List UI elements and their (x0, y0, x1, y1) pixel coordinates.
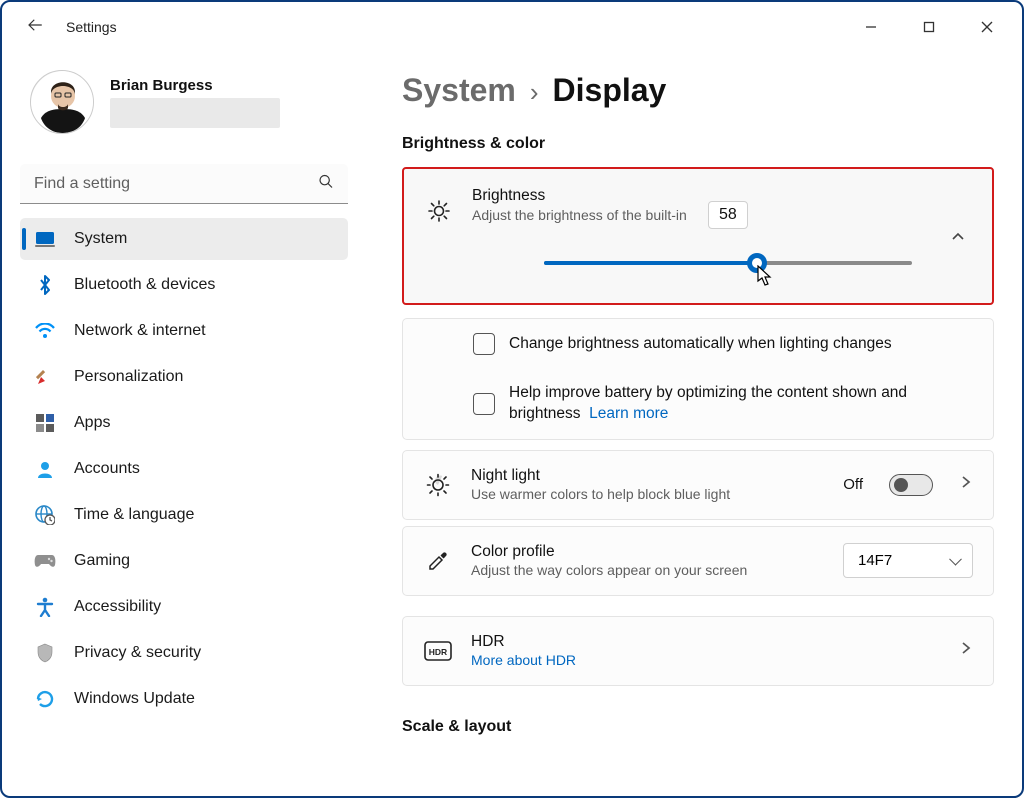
breadcrumb-sep: › (530, 77, 539, 108)
breadcrumb-current: Display (553, 72, 667, 109)
nav-label: Time & language (74, 506, 194, 524)
nav-item-bluetooth[interactable]: Bluetooth & devices (20, 264, 348, 306)
chevron-right-icon[interactable] (951, 641, 973, 660)
system-icon (34, 228, 56, 250)
color-profile-desc: Adjust the way colors appear on your scr… (471, 562, 825, 578)
nav-label: Accessibility (74, 598, 161, 616)
user-name: Brian Burgess (110, 77, 280, 94)
hdr-row[interactable]: HDR HDR More about HDR (402, 616, 994, 686)
battery-optimize-row[interactable]: Help improve battery by optimizing the c… (402, 369, 994, 440)
paintbrush-icon (34, 366, 56, 388)
globe-clock-icon (34, 504, 56, 526)
nav-list: System Bluetooth & devices Network & int… (20, 218, 348, 720)
nav-label: Bluetooth & devices (74, 276, 215, 294)
sidebar: Brian Burgess System Bluetooth & devices… (2, 52, 362, 796)
accounts-icon (34, 458, 56, 480)
search-input[interactable] (20, 164, 348, 204)
battery-optimize-label: Help improve battery by optimizing the c… (509, 383, 969, 425)
auto-brightness-checkbox[interactable] (473, 333, 495, 355)
brightness-desc: Adjust the brightness of the built-in 58 (472, 207, 972, 223)
profile-block[interactable]: Brian Burgess (30, 70, 348, 134)
avatar (30, 70, 94, 134)
nav-item-system[interactable]: System (20, 218, 348, 260)
brightness-value-tooltip: 58 (708, 201, 748, 229)
slider-fill (544, 261, 757, 265)
nav-label: System (74, 230, 127, 248)
nav-item-personalization[interactable]: Personalization (20, 356, 348, 398)
nav-item-apps[interactable]: Apps (20, 402, 348, 444)
chevron-up-icon[interactable] (950, 229, 966, 250)
section-scale-layout: Scale & layout (402, 718, 994, 736)
night-light-desc: Use warmer colors to help block blue lig… (471, 486, 771, 502)
main-content: System › Display Brightness & color Brig… (362, 52, 1022, 796)
night-light-icon (423, 473, 453, 497)
nav-item-accounts[interactable]: Accounts (20, 448, 348, 490)
wifi-icon (34, 320, 56, 342)
titlebar: Settings (2, 2, 1022, 52)
auto-brightness-row[interactable]: Change brightness automatically when lig… (402, 318, 994, 370)
nav-label: Privacy & security (74, 644, 201, 662)
hdr-link[interactable]: More about HDR (471, 652, 576, 668)
sun-icon (424, 199, 454, 223)
color-profile-select[interactable]: 14F7 (843, 543, 973, 578)
user-email-redacted (110, 98, 280, 128)
maximize-button[interactable] (914, 15, 944, 39)
svg-text:HDR: HDR (429, 647, 447, 657)
section-brightness-color: Brightness & color (402, 135, 994, 153)
chevron-right-icon[interactable] (951, 475, 973, 494)
nav-label: Apps (74, 414, 110, 432)
search-icon (318, 174, 334, 195)
gamepad-icon (34, 550, 56, 572)
nav-item-privacy[interactable]: Privacy & security (20, 632, 348, 674)
learn-more-link[interactable]: Learn more (589, 405, 668, 422)
bluetooth-icon (34, 274, 56, 296)
night-light-row[interactable]: Night light Use warmer colors to help bl… (402, 450, 994, 520)
close-button[interactable] (972, 15, 1002, 39)
nav-item-windows-update[interactable]: Windows Update (20, 678, 348, 720)
nav-label: Gaming (74, 552, 130, 570)
window-title: Settings (66, 19, 117, 35)
nav-item-gaming[interactable]: Gaming (20, 540, 348, 582)
hdr-title: HDR (471, 633, 933, 651)
update-icon (34, 688, 56, 710)
minimize-button[interactable] (856, 15, 886, 39)
breadcrumb-parent[interactable]: System (402, 72, 516, 109)
night-light-title: Night light (471, 467, 825, 485)
color-profile-row[interactable]: Color profile Adjust the way colors appe… (402, 526, 994, 596)
nav-label: Personalization (74, 368, 183, 386)
night-light-toggle[interactable] (889, 474, 933, 496)
eyedropper-icon (423, 550, 453, 572)
brightness-card[interactable]: Brightness Adjust the brightness of the … (402, 167, 994, 305)
accessibility-icon (34, 596, 56, 618)
nav-item-accessibility[interactable]: Accessibility (20, 586, 348, 628)
breadcrumb: System › Display (402, 72, 994, 109)
auto-brightness-label: Change brightness automatically when lig… (509, 334, 892, 355)
color-profile-title: Color profile (471, 543, 825, 561)
nav-label: Network & internet (74, 322, 206, 340)
brightness-slider[interactable] (544, 253, 912, 273)
nav-label: Accounts (74, 460, 140, 478)
hdr-icon: HDR (423, 641, 453, 661)
slider-thumb[interactable] (747, 253, 767, 273)
nav-label: Windows Update (74, 690, 195, 708)
night-light-state: Off (843, 476, 863, 493)
apps-icon (34, 412, 56, 434)
shield-icon (34, 642, 56, 664)
battery-optimize-checkbox[interactable] (473, 393, 495, 415)
search-field[interactable] (20, 164, 348, 204)
back-button[interactable] (26, 16, 44, 39)
nav-item-network[interactable]: Network & internet (20, 310, 348, 352)
nav-item-time-language[interactable]: Time & language (20, 494, 348, 536)
